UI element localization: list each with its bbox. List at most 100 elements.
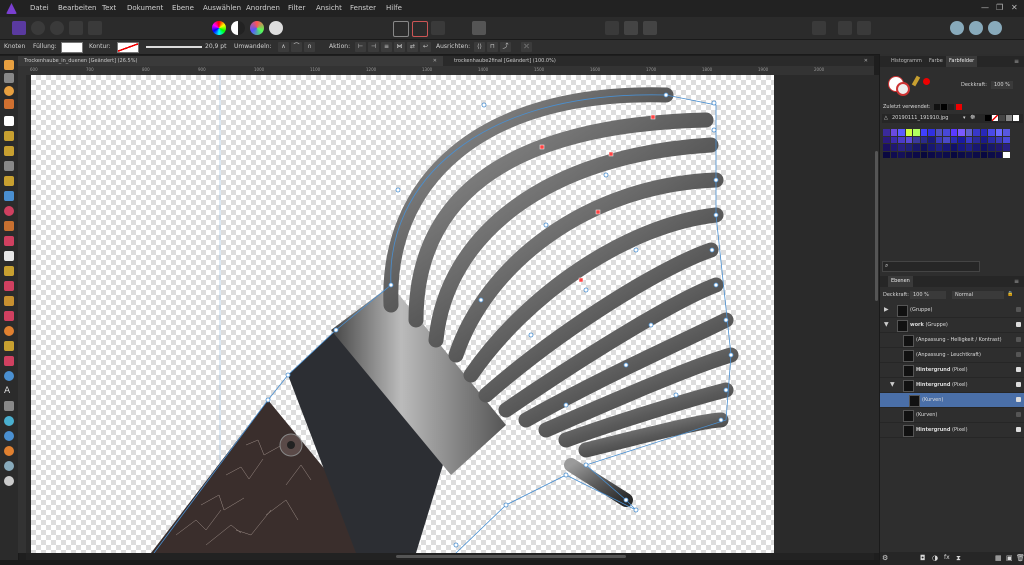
palette-swatch[interactable] [883, 151, 890, 158]
brush-tool-icon[interactable] [4, 146, 14, 156]
palette-swatch[interactable] [958, 144, 965, 151]
palette-swatch[interactable] [890, 151, 897, 158]
align-center-icon[interactable]: ⊓ [487, 42, 498, 52]
healing-tool-icon[interactable] [4, 281, 14, 291]
layer-row[interactable]: Hintergrund (Pixel) [880, 423, 1024, 438]
text-tool-icon[interactable]: A [4, 386, 14, 396]
palette-selector[interactable]: △ 20190111_191910.jpg ▾ ☸ [882, 114, 1023, 123]
smart-node-icon[interactable]: ∩ [304, 42, 315, 52]
cancel-icon[interactable] [857, 21, 871, 35]
palette-swatch[interactable] [890, 129, 897, 136]
menu-bearbeiten[interactable]: Bearbeiten [58, 4, 96, 12]
white-balance-icon[interactable] [269, 21, 283, 35]
deselect-icon[interactable] [412, 21, 428, 37]
none-swatch[interactable] [992, 115, 998, 121]
palette-swatch[interactable] [995, 136, 1002, 143]
palette-swatch[interactable] [988, 129, 995, 136]
fill-tool-icon[interactable] [4, 191, 14, 201]
stroke-width-slider[interactable] [146, 46, 202, 48]
palette-swatch[interactable] [943, 144, 950, 151]
menu-datei[interactable]: Datei [30, 4, 49, 12]
palette-swatch[interactable] [883, 144, 890, 151]
recent-swatch[interactable] [956, 104, 962, 110]
palette-swatch[interactable] [920, 144, 927, 151]
palette-swatch[interactable] [913, 151, 920, 158]
menu-auswaehlen[interactable]: Auswählen [203, 4, 241, 12]
palette-swatch[interactable] [943, 136, 950, 143]
arrange-icon[interactable] [969, 21, 983, 35]
adjustment-icon[interactable]: ◑ [932, 554, 938, 562]
eyedropper-icon[interactable] [911, 75, 921, 87]
palette-swatch[interactable] [1013, 115, 1019, 121]
mask-icon[interactable] [950, 21, 964, 35]
layer-row[interactable]: ▶ (Gruppe) [880, 303, 1024, 318]
recent-swatch[interactable] [941, 104, 947, 110]
palette-swatch[interactable] [928, 129, 935, 136]
current-color-icon[interactable] [923, 78, 930, 85]
menu-ebene[interactable]: Ebene [172, 4, 194, 12]
palette-swatch[interactable] [1006, 115, 1012, 121]
palette-swatch[interactable] [980, 144, 987, 151]
smooth-node-icon[interactable]: ⌒ [291, 42, 302, 52]
layer-row[interactable]: (Anpassung - Helligkeit / Kontrast) [880, 333, 1024, 348]
layer-row[interactable]: ▼ work (Gruppe) [880, 318, 1024, 333]
palette-swatch[interactable] [958, 151, 965, 158]
invert-selection-icon[interactable] [431, 21, 445, 35]
blend-mode-select[interactable]: Normal [952, 291, 1004, 299]
layer-row[interactable]: (Kurven) [880, 408, 1024, 423]
pencil-tool-icon[interactable] [4, 356, 14, 366]
visibility-checkbox[interactable] [1016, 337, 1021, 342]
palette-swatch[interactable] [928, 136, 935, 143]
palette-swatch[interactable] [973, 136, 980, 143]
dodge-tool-icon[interactable] [4, 236, 14, 246]
delete-layer-icon[interactable]: 🗑 [1016, 554, 1024, 562]
palette-swatch[interactable] [965, 151, 972, 158]
snap-icon[interactable] [605, 21, 619, 35]
export-persona-icon[interactable] [50, 21, 64, 35]
palette-swatch[interactable] [950, 129, 957, 136]
gradient-tool-icon[interactable] [4, 401, 14, 411]
palette-swatch[interactable] [905, 151, 912, 158]
layer-row[interactable]: (Kurven) [880, 393, 1024, 408]
swap-colors-icon[interactable] [4, 476, 14, 486]
selection-rect-icon[interactable] [393, 21, 409, 37]
palette-swatch[interactable] [995, 151, 1002, 158]
tab-document-1[interactable]: Trockenhaube_in_duenen [Geändert] (26.5%… [18, 56, 443, 66]
palette-swatch[interactable] [980, 129, 987, 136]
palette-swatch[interactable] [920, 129, 927, 136]
palette-swatch[interactable] [980, 151, 987, 158]
palette-swatch[interactable] [905, 136, 912, 143]
tab-histogram[interactable]: Histogramm [888, 56, 925, 67]
panel-menu-icon[interactable]: ≡ [1014, 278, 1019, 285]
tab-layers[interactable]: Ebenen [888, 276, 913, 287]
stroke-swatch[interactable] [117, 42, 139, 53]
scrollbar-thumb[interactable] [396, 555, 626, 558]
palette-swatch[interactable] [943, 129, 950, 136]
palette-swatch[interactable] [920, 136, 927, 143]
recent-swatch[interactable] [948, 104, 954, 110]
ok-icon[interactable] [838, 21, 852, 35]
hand-tool-icon[interactable] [4, 60, 14, 70]
red-eye-tool-icon[interactable] [4, 311, 14, 321]
designer-persona-icon[interactable] [12, 21, 26, 35]
fx-icon[interactable]: fx [944, 554, 950, 561]
layer-row[interactable]: (Anpassung - Leuchtkraft) [880, 348, 1024, 363]
add-layer-icon[interactable]: ▣ [1006, 554, 1013, 562]
mask-layer-icon[interactable]: ◘ [920, 554, 926, 562]
expand-toggle-icon[interactable]: ▼ [890, 378, 895, 392]
pixel-persona-icon[interactable] [31, 21, 45, 35]
palette-swatch[interactable] [905, 144, 912, 151]
layer-settings-icon[interactable]: ⚙ [882, 554, 888, 562]
palette-swatch[interactable] [883, 129, 890, 136]
palette-swatch[interactable] [1003, 151, 1010, 158]
magic-wand-icon[interactable] [4, 131, 14, 141]
palette-swatch[interactable] [995, 129, 1002, 136]
color-picker-icon[interactable] [4, 206, 14, 216]
menu-text[interactable]: Text [102, 4, 116, 12]
crop-tool-icon[interactable] [4, 161, 14, 171]
palette-swatch[interactable] [913, 144, 920, 151]
move-tool-icon[interactable] [4, 73, 14, 83]
close-curve-icon[interactable]: ⊣ [368, 42, 379, 52]
menu-anordnen[interactable]: Anordnen [246, 4, 280, 12]
join-curves-icon[interactable]: ⋈ [394, 42, 405, 52]
